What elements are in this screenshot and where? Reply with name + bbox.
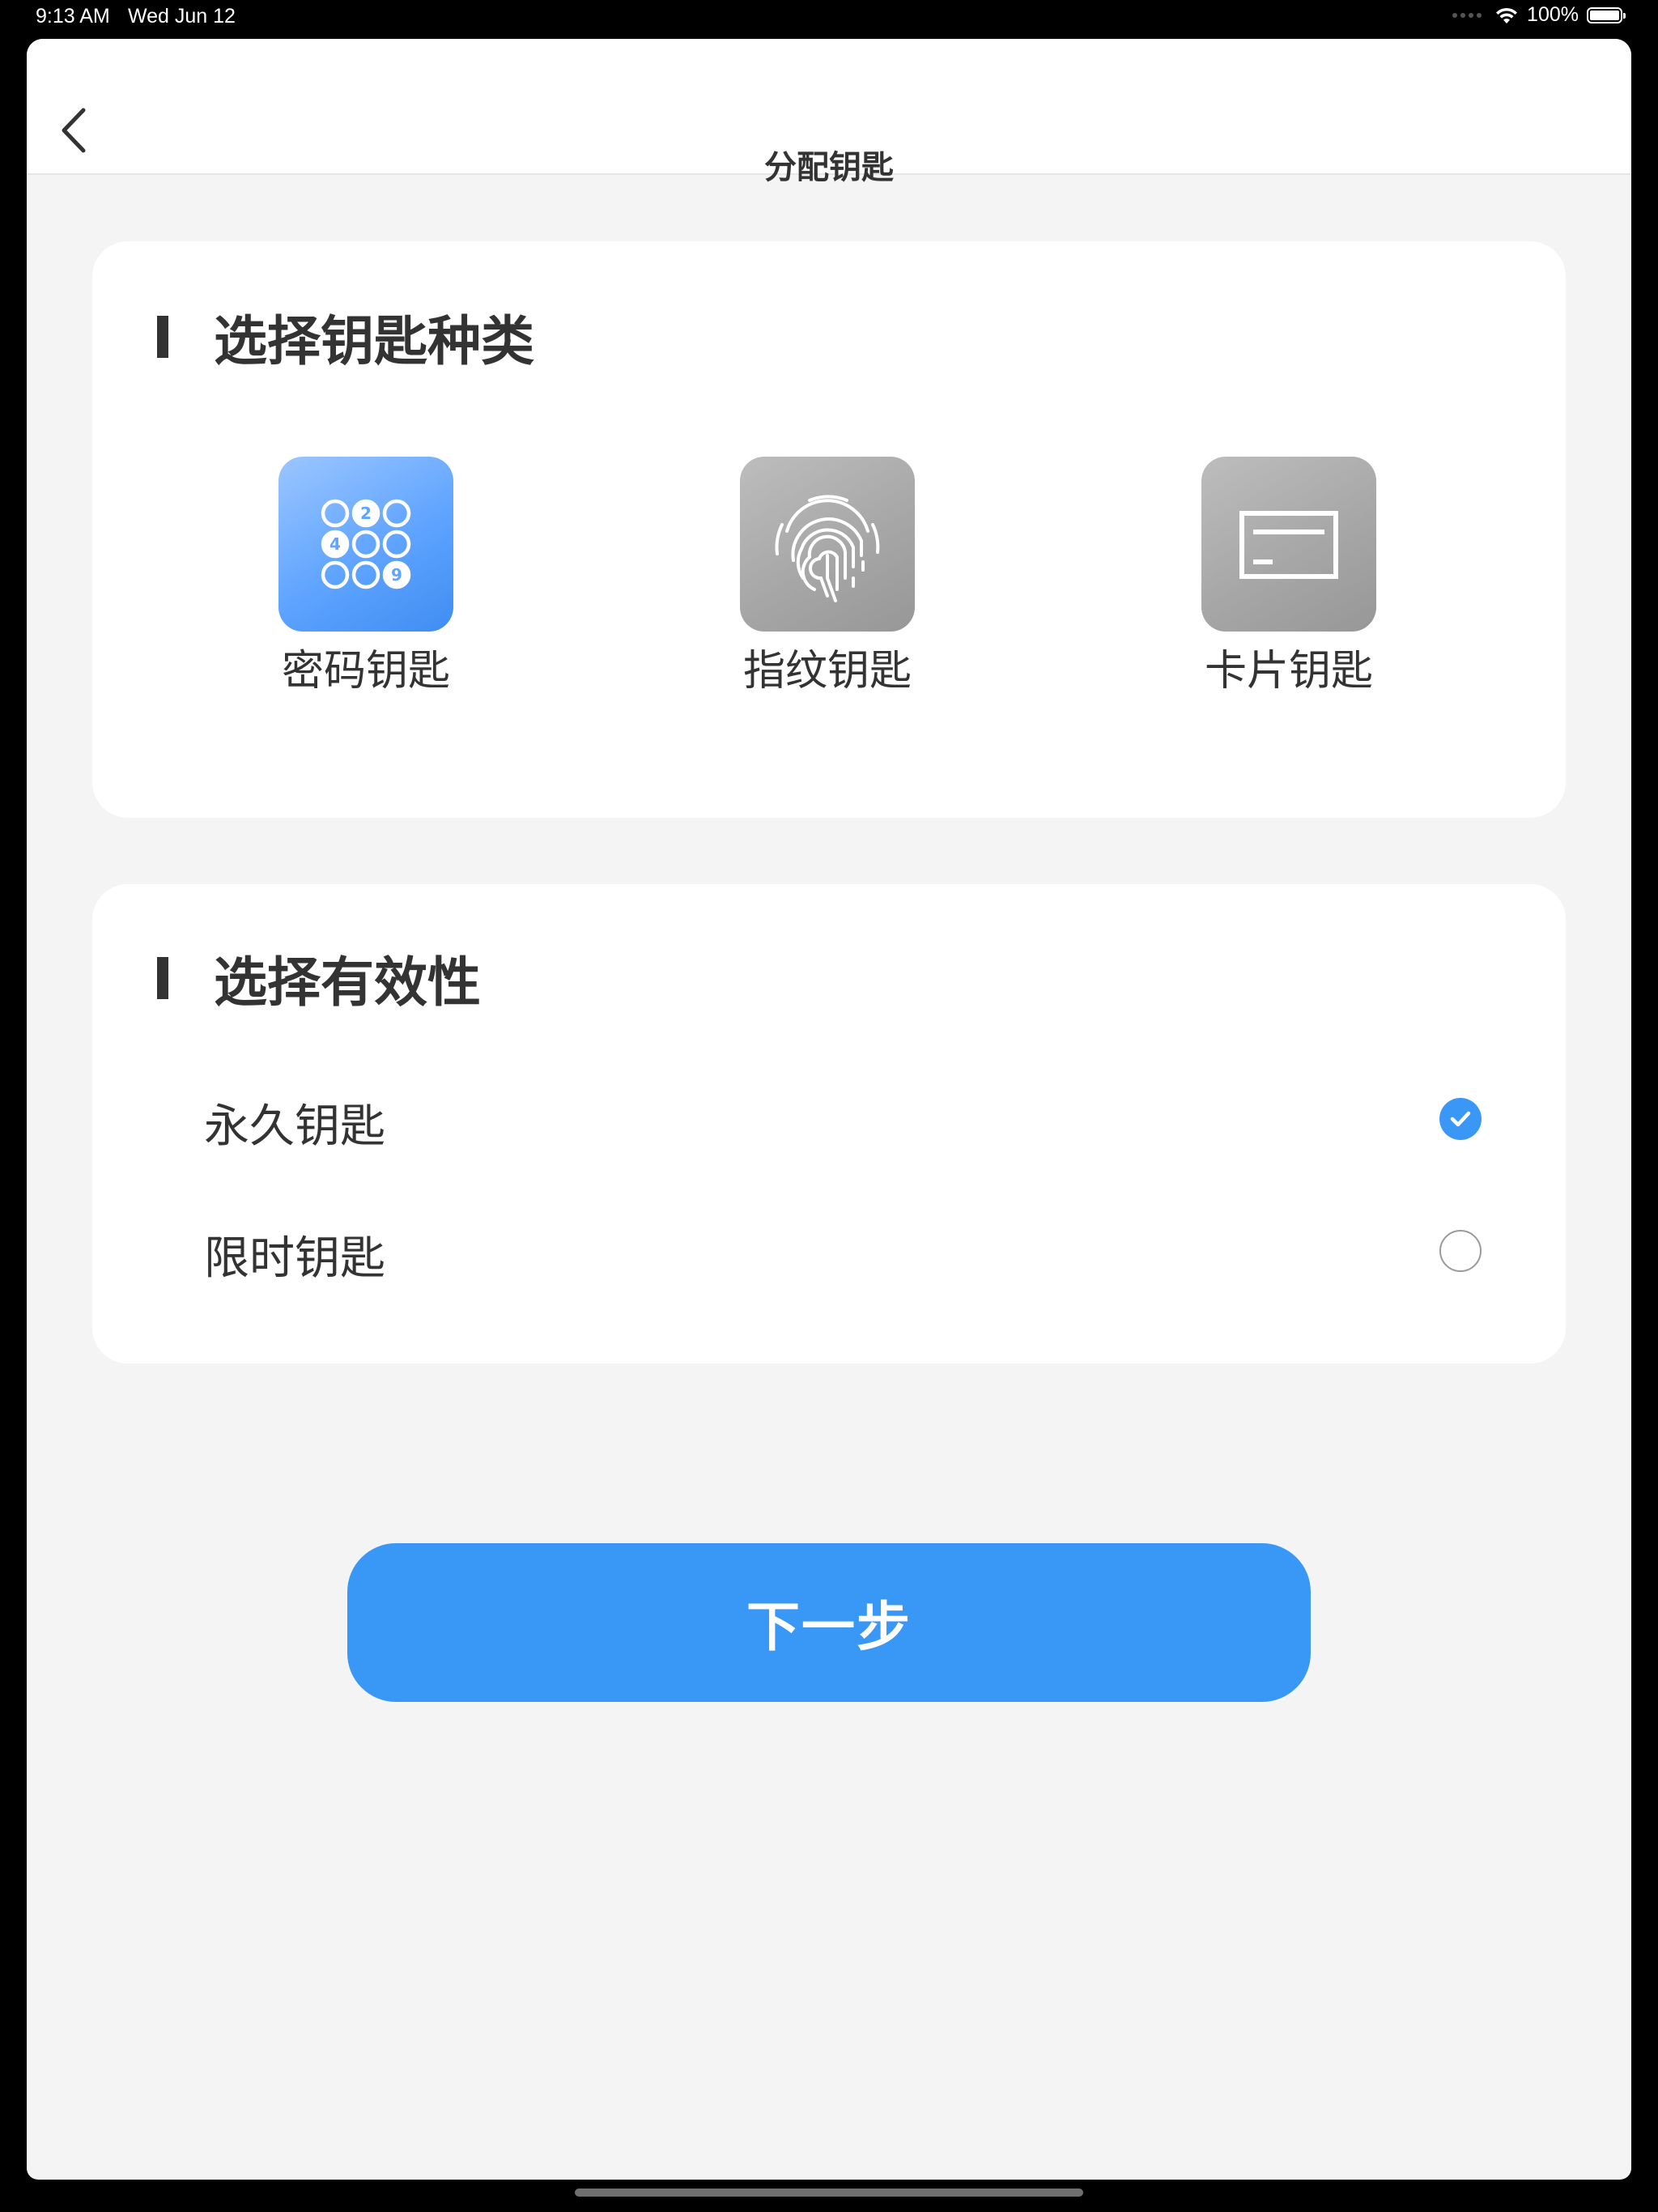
status-time: 9:13 AM bbox=[36, 5, 110, 28]
key-type-fingerprint[interactable]: 指纹钥匙 bbox=[738, 457, 916, 697]
keypad-icon: 2 4 9 bbox=[278, 457, 453, 632]
key-type-fingerprint-label: 指纹钥匙 bbox=[742, 647, 912, 696]
card-icon bbox=[1201, 457, 1376, 632]
svg-text:4: 4 bbox=[329, 534, 341, 554]
key-type-card-option[interactable]: 卡片钥匙 bbox=[1200, 457, 1378, 697]
key-type-password-label: 密码钥匙 bbox=[281, 647, 450, 696]
key-type-card: 选择钥匙种类 2 4 9 密码钥匙 指纹钥匙 卡片钥匙 bbox=[92, 241, 1566, 818]
battery-icon bbox=[1587, 6, 1626, 23]
checkmark-icon bbox=[1450, 1111, 1471, 1127]
radio-unchecked[interactable] bbox=[1439, 1230, 1482, 1272]
svg-text:2: 2 bbox=[360, 504, 372, 523]
validity-section-title: 选择有效性 bbox=[157, 939, 481, 1017]
next-step-button[interactable]: 下一步 bbox=[347, 1543, 1311, 1702]
svg-text:9: 9 bbox=[391, 565, 402, 585]
validity-timed-label: 限时钥匙 bbox=[204, 1232, 385, 1285]
validity-card: 选择有效性 永久钥匙 限时钥匙 bbox=[92, 884, 1566, 1363]
status-bar: 9:13 AM Wed Jun 12 100% bbox=[0, 0, 1658, 39]
key-type-card-label: 卡片钥匙 bbox=[1204, 647, 1373, 696]
validity-option-timed[interactable]: 限时钥匙 bbox=[92, 1194, 1566, 1308]
battery-percent: 100% bbox=[1527, 3, 1579, 26]
validity-option-permanent[interactable]: 永久钥匙 bbox=[92, 1062, 1566, 1176]
validity-permanent-label: 永久钥匙 bbox=[204, 1100, 385, 1153]
key-type-title-text: 选择钥匙种类 bbox=[214, 310, 534, 372]
battery-fill bbox=[1590, 10, 1619, 20]
home-indicator[interactable] bbox=[575, 2189, 1083, 2197]
status-indicators: 100% bbox=[1452, 3, 1626, 27]
signal-dots-icon bbox=[1452, 12, 1482, 18]
status-date: Wed Jun 12 bbox=[128, 5, 236, 28]
wifi-icon bbox=[1496, 7, 1518, 23]
key-type-section-title: 选择钥匙种类 bbox=[157, 298, 534, 376]
section-marker bbox=[157, 316, 168, 358]
section-marker bbox=[157, 957, 168, 999]
fingerprint-icon bbox=[740, 457, 915, 632]
app-sheet: 分配钥匙 选择钥匙种类 2 4 9 密码钥匙 指纹钥匙 卡片钥匙 选择有效性 永… bbox=[27, 39, 1631, 2180]
key-type-password[interactable]: 2 4 9 密码钥匙 bbox=[277, 457, 455, 697]
radio-checked[interactable] bbox=[1439, 1098, 1482, 1140]
validity-title-text: 选择有效性 bbox=[214, 951, 481, 1014]
page-title: 分配钥匙 bbox=[764, 149, 894, 186]
